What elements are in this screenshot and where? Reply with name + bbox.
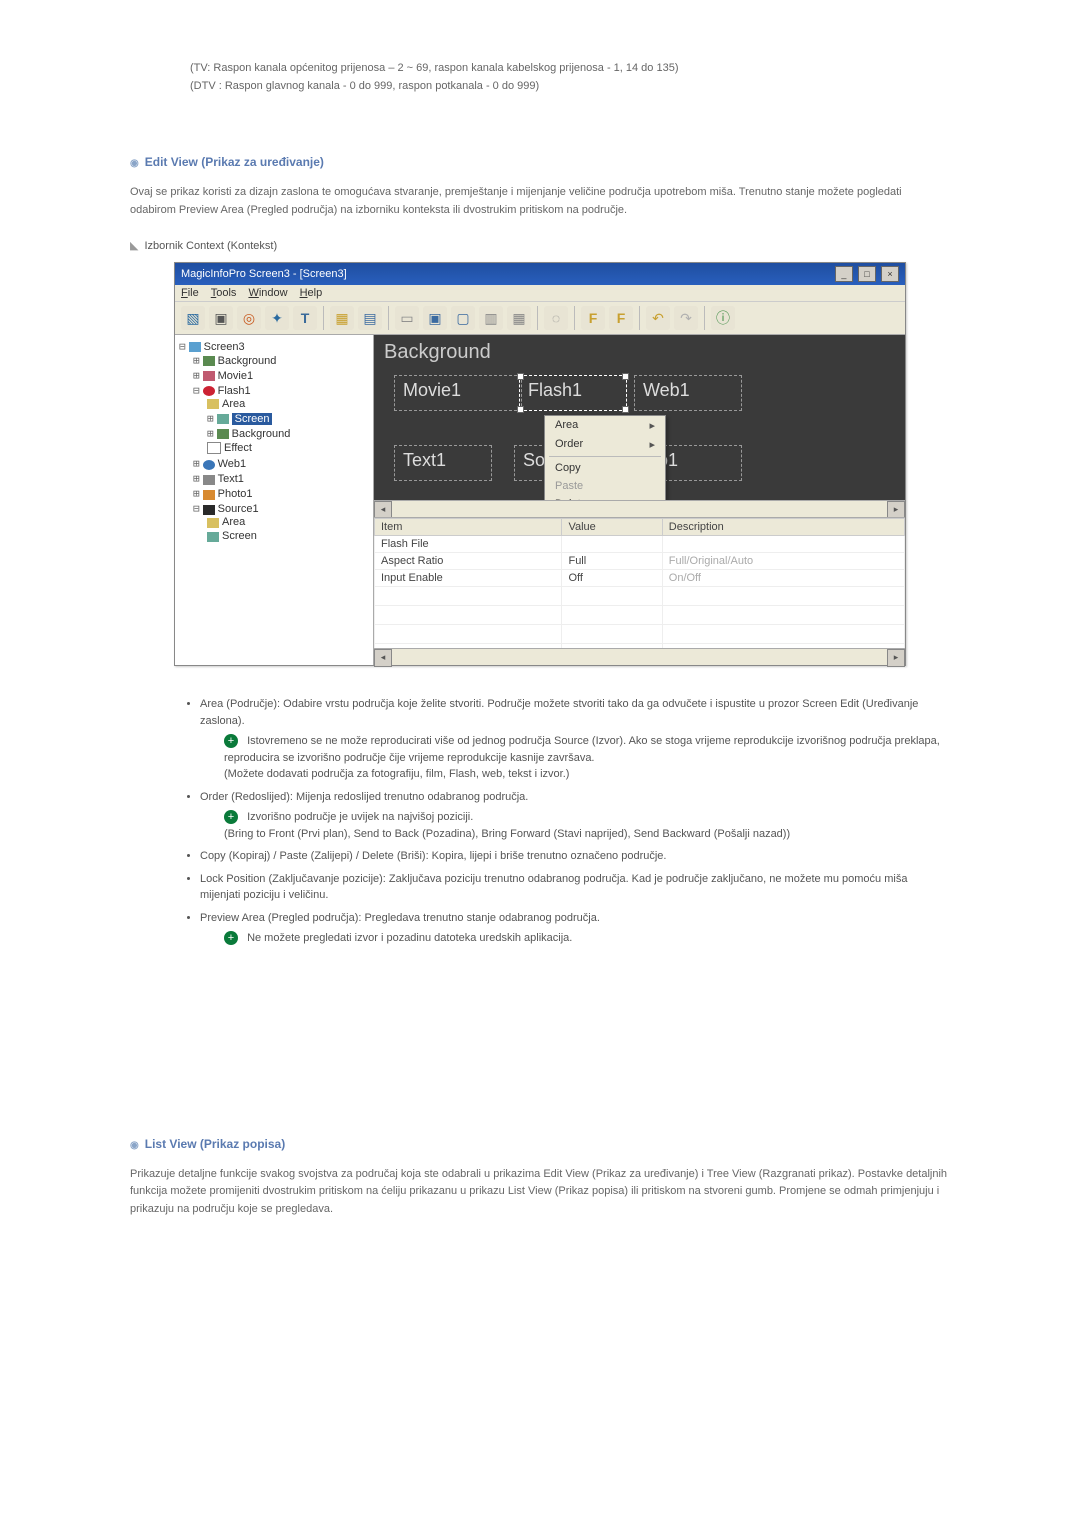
section-list-view-title: List View (Prikaz popisa) xyxy=(130,1137,950,1151)
plus-icon: + xyxy=(224,810,238,824)
tool-letter-f2-icon[interactable]: F xyxy=(609,306,633,330)
tool-info-icon[interactable]: ⓘ xyxy=(711,306,735,330)
tree-source-screen[interactable]: Screen xyxy=(222,530,257,542)
minimize-button[interactable]: _ xyxy=(835,266,853,282)
toolbar: ▧ ▣ ◎ ✦ T ▦ ▤ ▭ ▣ ▢ ▥ ▦ ◌ F F ↶ ↷ ⓘ xyxy=(175,302,905,335)
grid-scroll-right-icon[interactable]: ▸ xyxy=(887,649,905,667)
section-list-view-body: Prikazuje detaljne funkcije svakog svojs… xyxy=(130,1166,950,1219)
menu-help[interactable]: Help xyxy=(300,287,323,299)
context-menu-label: Izbornik Context (Kontekst) xyxy=(144,240,277,252)
bullet-order: Order (Redoslijed): Mijenja redoslijed t… xyxy=(200,791,528,803)
tree-flash-screen[interactable]: Screen xyxy=(232,413,273,425)
edit-canvas[interactable]: Background Movie1 Flash1 Web1 Text1 So o… xyxy=(374,335,905,500)
col-desc[interactable]: Description xyxy=(662,519,904,536)
menu-tools[interactable]: Tools xyxy=(211,287,237,299)
grid-h-scrollbar[interactable]: ◂ ▸ xyxy=(374,648,905,665)
tree-view[interactable]: ⊟Screen3 ⊞Background ⊞Movie1 ⊟Flash1 Are… xyxy=(175,335,374,665)
maximize-button[interactable]: □ xyxy=(858,266,876,282)
tree-flash-area[interactable]: Area xyxy=(222,398,245,410)
menubar: File Tools Window Help xyxy=(175,285,905,302)
tool-align-icon[interactable]: ▥ xyxy=(479,306,503,330)
app-window: MagicInfoPro Screen3 - [Screen3] _ □ × F… xyxy=(174,262,906,666)
canvas-bg-label: Background xyxy=(384,341,491,364)
tree-web1[interactable]: Web1 xyxy=(218,458,247,470)
arrow-icon: ◣ xyxy=(130,239,138,252)
context-menu-subheader: ◣ Izbornik Context (Kontekst) xyxy=(130,239,950,252)
close-button[interactable]: × xyxy=(881,266,899,282)
context-menu: Area Order Copy Paste Delete Lock Positi… xyxy=(544,415,666,500)
tool-redo-icon[interactable]: ↷ xyxy=(674,306,698,330)
bullet-lock: Lock Position (Zaključavanje pozicije): … xyxy=(200,873,907,902)
bullet-preview: Preview Area (Pregled područja): Pregled… xyxy=(200,912,600,924)
row-flash-file: Flash File xyxy=(375,536,905,553)
menu-window[interactable]: Window xyxy=(248,287,287,299)
titlebar: MagicInfoPro Screen3 - [Screen3] _ □ × xyxy=(175,263,905,285)
col-item[interactable]: Item xyxy=(375,519,562,536)
plus-icon: + xyxy=(224,931,238,945)
tool-send-back-icon[interactable]: ▢ xyxy=(451,306,475,330)
window-title: MagicInfoPro Screen3 - [Screen3] xyxy=(181,268,347,280)
intro-note: (TV: Raspon kanala općenitog prijenosa –… xyxy=(190,60,950,95)
tool-text-icon[interactable]: T xyxy=(293,306,317,330)
tool-flash-icon[interactable]: ✦ xyxy=(265,306,289,330)
tree-source-area[interactable]: Area xyxy=(222,516,245,528)
tree-flash1[interactable]: Flash1 xyxy=(218,385,251,397)
tool-globe-icon[interactable]: ◎ xyxy=(237,306,261,330)
area-note2: (Možete dodavati područja za fotografiju… xyxy=(224,766,950,783)
h-scrollbar[interactable]: ◂ ▸ xyxy=(374,500,905,517)
ctx-copy[interactable]: Copy xyxy=(545,459,665,477)
order-note2: (Bring to Front (Prvi plan), Send to Bac… xyxy=(224,826,950,843)
tree-flash-effect[interactable]: Effect xyxy=(224,442,252,454)
section-edit-view-body: Ovaj se prikaz koristi za dizajn zaslona… xyxy=(130,184,950,219)
ctx-paste: Paste xyxy=(545,477,665,495)
tree-flash-bg[interactable]: Background xyxy=(232,428,291,440)
row-aspect-ratio: Aspect Ratio Full Full/Original/Auto xyxy=(375,553,905,570)
tool-page-icon[interactable]: ▭ xyxy=(395,306,419,330)
ctx-area[interactable]: Area xyxy=(545,416,665,435)
tool-bring-front-icon[interactable]: ▣ xyxy=(423,306,447,330)
canvas-web1[interactable]: Web1 xyxy=(634,375,742,411)
row-input-enable: Input Enable Off On/Off xyxy=(375,570,905,587)
tree-photo1[interactable]: Photo1 xyxy=(218,488,253,500)
col-value[interactable]: Value xyxy=(562,519,662,536)
tool-photo-icon[interactable]: ▧ xyxy=(181,306,205,330)
intro-line2: (DTV : Raspon glavnog kanala - 0 do 999,… xyxy=(190,80,539,92)
tool-folder-icon[interactable]: ▦ xyxy=(330,306,354,330)
tool-distribute-icon[interactable]: ▦ xyxy=(507,306,531,330)
tree-source1[interactable]: Source1 xyxy=(218,503,259,515)
ctx-delete[interactable]: Delete xyxy=(545,495,665,500)
grid-scroll-left-icon[interactable]: ◂ xyxy=(374,649,392,667)
bullet-copy: Copy (Kopiraj) / Paste (Zalijepi) / Dele… xyxy=(200,850,667,862)
tree-screen3[interactable]: Screen3 xyxy=(204,341,245,353)
bullet-area: Area (Područje): Odabire vrstu područja … xyxy=(200,698,918,727)
tool-letter-f-icon[interactable]: F xyxy=(581,306,605,330)
order-note1: Izvorišno područje je uvijek na najvišoj… xyxy=(247,811,473,823)
tree-background[interactable]: Background xyxy=(218,355,277,367)
canvas-text1[interactable]: Text1 xyxy=(394,445,492,481)
tool-save-icon[interactable]: ▤ xyxy=(358,306,382,330)
preview-note: Ne možete pregledati izvor i pozadinu da… xyxy=(247,932,572,944)
tool-undo-icon[interactable]: ↶ xyxy=(646,306,670,330)
ctx-order[interactable]: Order xyxy=(545,435,665,454)
tree-movie1[interactable]: Movie1 xyxy=(218,370,253,382)
tree-text1[interactable]: Text1 xyxy=(218,473,244,485)
plus-icon: + xyxy=(224,734,238,748)
canvas-flash1[interactable]: Flash1 xyxy=(519,375,627,411)
area-note1: Istovremeno se ne može reproducirati viš… xyxy=(224,735,940,764)
context-items-list: Area (Područje): Odabire vrstu područja … xyxy=(130,696,950,947)
canvas-movie1[interactable]: Movie1 xyxy=(394,375,522,411)
tool-preview-icon[interactable]: ◌ xyxy=(544,306,568,330)
section-edit-view-title: Edit View (Prikaz za uređivanje) xyxy=(130,155,950,169)
property-grid[interactable]: Item Value Description Flash File Aspect… xyxy=(374,517,905,648)
intro-line1: (TV: Raspon kanala općenitog prijenosa –… xyxy=(190,62,679,74)
menu-file[interactable]: File xyxy=(181,287,199,299)
tool-monitor-icon[interactable]: ▣ xyxy=(209,306,233,330)
